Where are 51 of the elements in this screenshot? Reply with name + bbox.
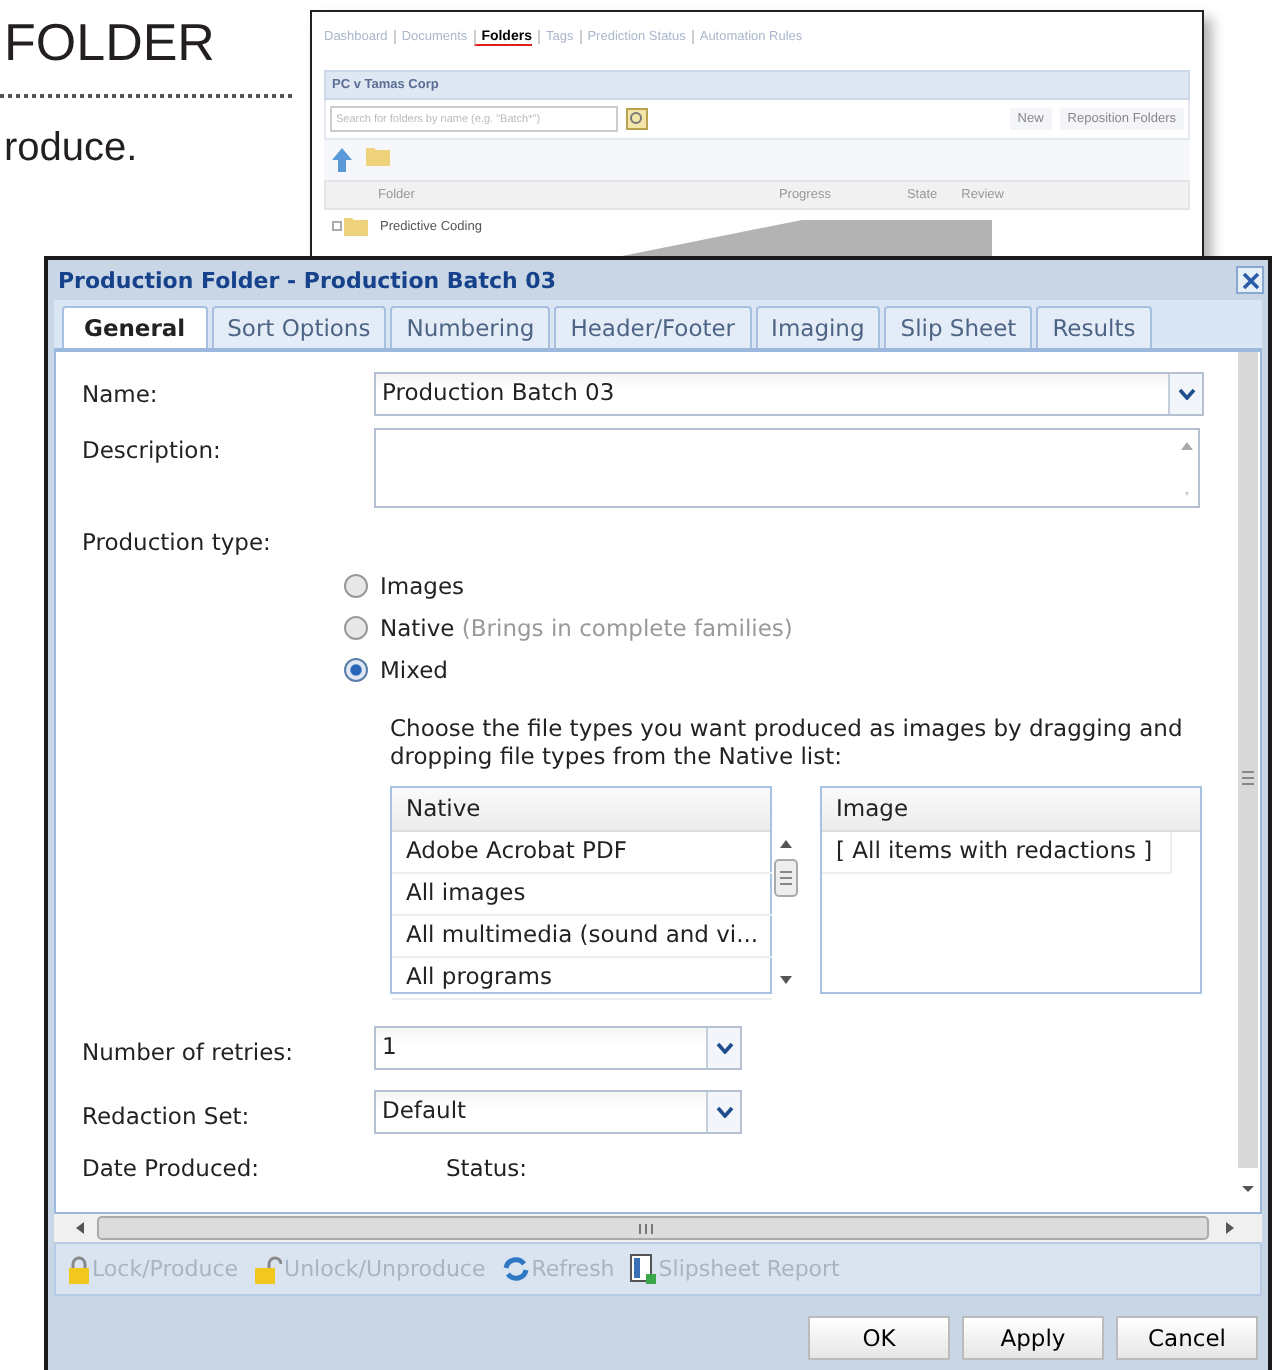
dialog-button[interactable]: Apply bbox=[962, 1316, 1104, 1360]
tab[interactable]: General bbox=[62, 306, 208, 348]
section-heading: FOLDER bbox=[4, 12, 217, 74]
description-field[interactable] bbox=[374, 428, 1200, 508]
dialog-button[interactable]: Cancel bbox=[1116, 1316, 1258, 1360]
caret-icon bbox=[1177, 388, 1195, 400]
field-label: Name: bbox=[82, 378, 160, 408]
list-item[interactable]: All multimedia (sound and vi... bbox=[392, 916, 773, 958]
list-item[interactable]: [ All items with redactions ] bbox=[822, 832, 1172, 874]
instruction-text: Choose the file types you want produced as images by dragging and dropping file types from the Native list: bbox=[390, 714, 1185, 770]
tab[interactable]: Slip Sheet bbox=[884, 306, 1033, 348]
radio-button[interactable] bbox=[344, 657, 368, 681]
tab[interactable]: Sort Options bbox=[211, 306, 387, 348]
field-label: Description: bbox=[82, 434, 223, 464]
up-arrow-icon[interactable] bbox=[330, 146, 354, 174]
radio-button[interactable] bbox=[344, 615, 368, 639]
search-icon[interactable] bbox=[626, 108, 648, 130]
field-label: Date Produced: bbox=[82, 1154, 262, 1182]
column-header: Image bbox=[836, 794, 909, 822]
dialog-button[interactable]: OK bbox=[808, 1316, 950, 1360]
list-item[interactable]: All programs bbox=[392, 958, 773, 1000]
tab[interactable]: Numbering bbox=[390, 306, 551, 348]
radio-option[interactable]: Native (Brings in complete families) bbox=[344, 606, 1236, 648]
close-button[interactable] bbox=[1236, 266, 1264, 294]
field-label: Number of retries: bbox=[82, 1036, 296, 1066]
name-field[interactable]: Production Batch 03 bbox=[374, 372, 1204, 416]
redaction-set-dropdown[interactable]: Default bbox=[374, 1090, 742, 1134]
tab[interactable]: Results bbox=[1036, 306, 1152, 348]
retries-dropdown[interactable]: 1 bbox=[374, 1026, 742, 1070]
scrollbar[interactable] bbox=[54, 1214, 1262, 1242]
folder-icon bbox=[332, 216, 368, 236]
report-icon bbox=[630, 1254, 657, 1284]
tab[interactable]: Header/Footer bbox=[554, 306, 752, 348]
radio-button[interactable] bbox=[344, 573, 368, 597]
column-header: Native bbox=[406, 794, 481, 822]
tab[interactable]: Imaging bbox=[755, 306, 881, 348]
field-label: Production type: bbox=[82, 526, 273, 556]
refresh-icon bbox=[501, 1256, 530, 1282]
body-text: roduce. bbox=[4, 126, 140, 172]
image-list[interactable]: Image [ All items with redactions ] bbox=[820, 786, 1202, 994]
list-item[interactable]: All images bbox=[392, 874, 773, 916]
field-label: Status: bbox=[446, 1154, 528, 1182]
list-item[interactable]: Adobe Acrobat PDF bbox=[392, 832, 773, 874]
radio-option[interactable]: Images bbox=[344, 564, 1236, 606]
field-label: Redaction Set: bbox=[82, 1100, 252, 1130]
radio-option[interactable]: Mixed bbox=[344, 648, 1236, 690]
unlock-icon bbox=[254, 1255, 283, 1283]
dialog-title: Production Folder - Production Batch 03 bbox=[58, 267, 556, 293]
caret-icon bbox=[715, 1106, 733, 1118]
caret-icon bbox=[715, 1042, 733, 1054]
lock-icon bbox=[68, 1255, 90, 1283]
